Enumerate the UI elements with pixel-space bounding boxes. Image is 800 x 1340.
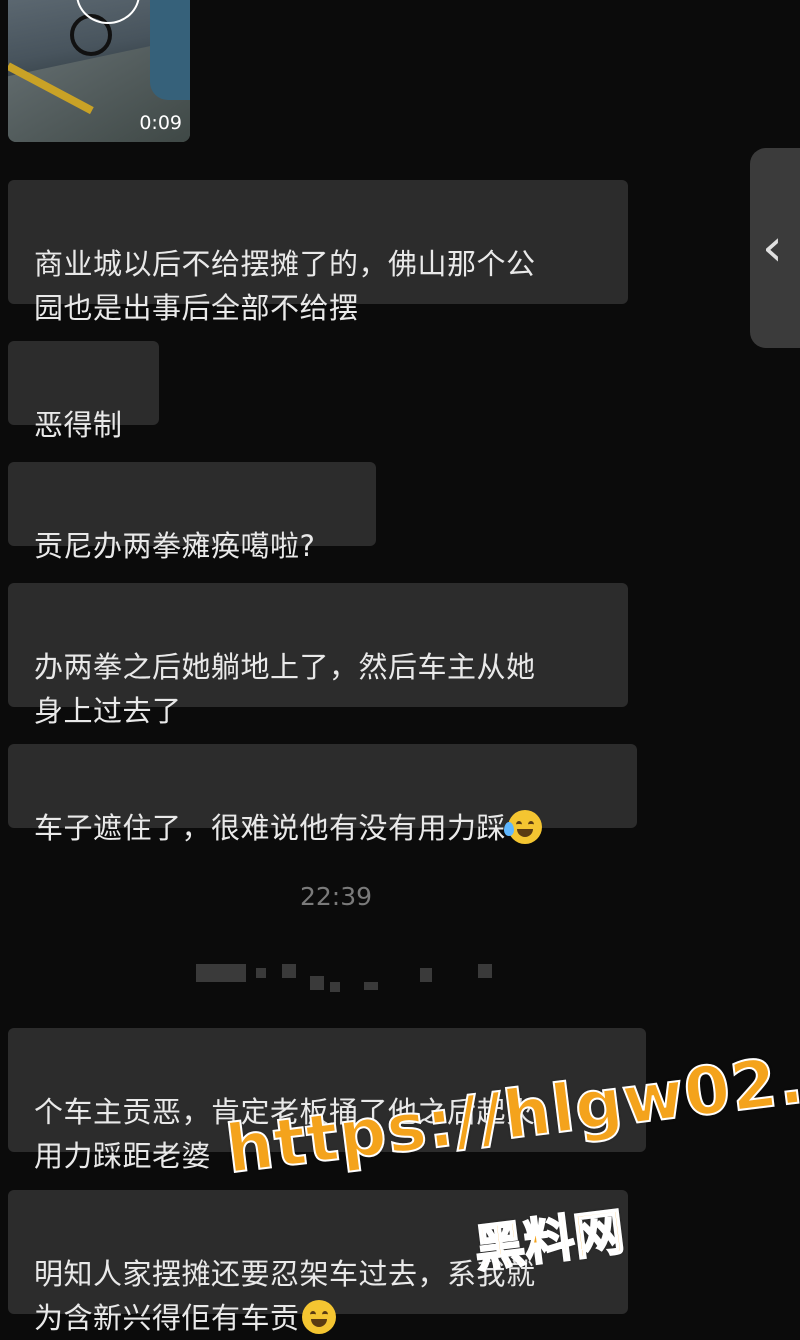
emoji-mouth <box>310 1319 327 1327</box>
redacted-pixel-block <box>310 976 324 990</box>
redacted-pixel-block <box>478 964 492 978</box>
redacted-pixel-block <box>196 964 246 982</box>
message-text: 贡尼办两拳瘫痪噶啦? <box>34 529 316 563</box>
redacted-pixel-block <box>282 964 296 978</box>
redacted-pixel-block <box>330 982 340 992</box>
video-duration: 0:09 <box>139 112 182 134</box>
chat-timestamp: 22:39 <box>299 882 373 911</box>
chat-bubble[interactable]: 商业城以后不给摆摊了的，佛山那个公 园也是出事后全部不给摆 <box>8 180 628 325</box>
emoji-mouth <box>517 829 534 837</box>
chevron-left-icon: ‹ <box>762 218 783 278</box>
crying-laughing-emoji <box>504 810 543 844</box>
message-text: 商业城以后不给摆摊了的，佛山那个公 园也是出事后全部不给摆 <box>34 247 536 325</box>
message-text: 明知人家摆摊还要忍架车过去，系我就 为含新兴得佢有车贡 <box>34 1257 536 1335</box>
video-frame-person <box>150 0 190 100</box>
redacted-pixel-block <box>364 982 378 990</box>
chat-bubble[interactable]: 办两拳之后她躺地上了，然后车主从她 身上过去了 <box>8 583 628 728</box>
tear-drop <box>504 822 515 836</box>
message-text: 恶得制 <box>34 408 123 442</box>
chat-bubble[interactable]: 恶得制 <box>8 341 159 442</box>
message-text: 办两拳之后她躺地上了，然后车主从她 身上过去了 <box>34 650 536 728</box>
message-text: 车子遮住了，很难说他有没有用力踩 <box>34 811 507 845</box>
chat-bubble[interactable]: 贡尼办两拳瘫痪噶啦? <box>8 462 376 563</box>
redacted-pixel-block <box>256 968 266 978</box>
chat-bubble[interactable]: 车子遮住了，很难说他有没有用力踩 <box>8 744 637 845</box>
grinning-emoji <box>301 1300 336 1334</box>
side-panel-handle[interactable]: ‹ <box>750 148 800 348</box>
redacted-pixel-block <box>420 968 432 982</box>
video-message-thumbnail[interactable]: 0:09 <box>8 0 190 142</box>
